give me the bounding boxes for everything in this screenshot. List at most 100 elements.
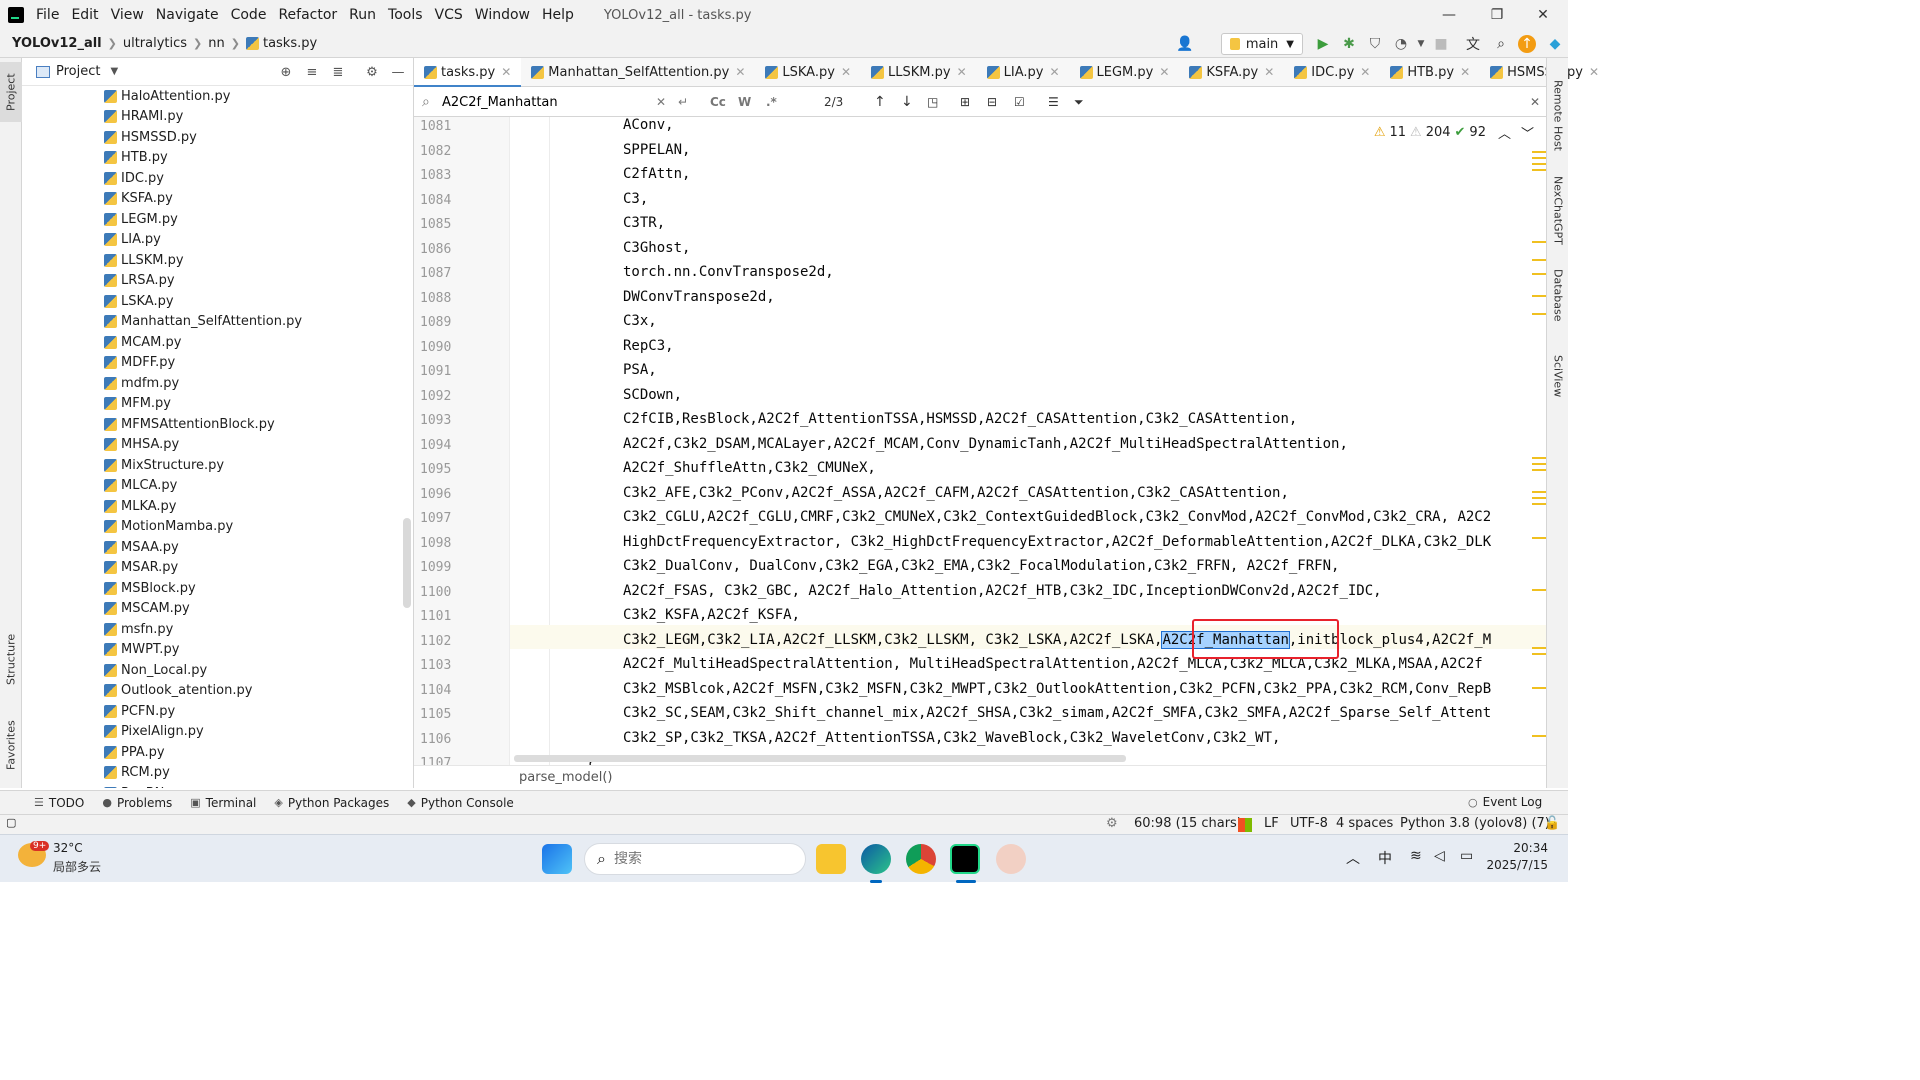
warning-marker[interactable] bbox=[1532, 589, 1546, 591]
wifi-icon[interactable]: ≋ bbox=[1410, 848, 1422, 864]
warning-marker[interactable] bbox=[1532, 169, 1546, 171]
project-tool-tab[interactable]: Project bbox=[0, 62, 22, 122]
chevron-up-icon[interactable]: ︿ bbox=[1498, 123, 1511, 142]
coverage-icon[interactable]: ⛉ bbox=[1366, 35, 1384, 53]
event-log-button[interactable]: ○ Event Log bbox=[1468, 795, 1542, 809]
todo-tool-button[interactable]: ☰ TODO bbox=[34, 796, 84, 810]
menu-navigate[interactable]: Navigate bbox=[156, 7, 227, 23]
warning-marker[interactable] bbox=[1532, 313, 1546, 315]
remove-occurrence-icon[interactable]: ⊟ bbox=[987, 93, 997, 111]
close-tab-icon[interactable]: ✕ bbox=[1264, 65, 1274, 79]
match-case-button[interactable]: Cc bbox=[710, 93, 726, 111]
breadcrumb-file[interactable]: tasks.py bbox=[263, 36, 317, 51]
breadcrumb-project[interactable]: YOLOv12_all bbox=[12, 36, 102, 51]
chevron-up-icon[interactable]: ︿ bbox=[1346, 848, 1360, 868]
project-file-item[interactable]: MFMSAttentionBlock.py bbox=[22, 414, 402, 435]
project-file-item[interactable]: IDC.py bbox=[22, 168, 402, 189]
project-file-item[interactable]: LIA.py bbox=[22, 230, 402, 251]
warning-marker[interactable] bbox=[1532, 163, 1546, 165]
jetbrains-ai-icon[interactable]: ◆ bbox=[1546, 35, 1564, 53]
file-explorer-icon[interactable] bbox=[816, 844, 846, 874]
menu-code[interactable]: Code bbox=[231, 7, 275, 23]
taskbar-search[interactable]: ⌕ bbox=[584, 843, 806, 875]
expand-all-icon[interactable]: ≡ bbox=[304, 64, 320, 80]
editor-tab[interactable]: Manhattan_SelfAttention.py ✕ bbox=[521, 58, 755, 87]
search-icon[interactable]: ⌕ bbox=[422, 93, 430, 111]
horizontal-scrollbar[interactable] bbox=[514, 755, 1126, 762]
menu-refactor[interactable]: Refactor bbox=[278, 7, 345, 23]
structure-tool-tab[interactable]: Structure bbox=[0, 624, 22, 694]
locate-file-icon[interactable]: ⊕ bbox=[278, 64, 294, 80]
close-tab-icon[interactable]: ✕ bbox=[957, 65, 967, 79]
debug-icon[interactable]: ✱ bbox=[1340, 35, 1358, 53]
editor-tab[interactable]: HSMSSD.py✕ bbox=[1480, 58, 1609, 87]
project-file-item[interactable]: PixelAlign.py bbox=[22, 722, 402, 743]
regex-button[interactable]: .* bbox=[766, 93, 777, 111]
warning-marker[interactable] bbox=[1532, 653, 1546, 655]
project-file-item[interactable]: LEGM.py bbox=[22, 209, 402, 230]
warning-marker[interactable] bbox=[1532, 157, 1546, 159]
favorites-tool-tab[interactable]: Favorites bbox=[0, 710, 22, 780]
menu-edit[interactable]: Edit bbox=[71, 7, 106, 23]
warning-marker[interactable] bbox=[1532, 687, 1546, 689]
project-file-item[interactable]: LSKA.py bbox=[22, 291, 402, 312]
warning-marker[interactable] bbox=[1532, 735, 1546, 737]
editor-tab[interactable]: tasks.py ✕ bbox=[414, 57, 522, 88]
project-file-item[interactable]: msfn.py bbox=[22, 619, 402, 640]
project-file-item[interactable]: MHSA.py bbox=[22, 435, 402, 456]
project-file-item[interactable]: Outlook_atention.py bbox=[22, 681, 402, 702]
select-all-occurrences-icon[interactable]: ◳ bbox=[927, 93, 938, 111]
editor-tab[interactable]: HTB.py ✕ bbox=[1380, 58, 1480, 87]
project-file-item[interactable]: HaloAttention.py bbox=[22, 86, 402, 107]
terminal-tool-button[interactable]: ▣ Terminal bbox=[190, 796, 256, 810]
update-icon[interactable]: ↑ bbox=[1518, 35, 1536, 53]
avatar-app-icon[interactable] bbox=[996, 844, 1026, 874]
project-file-item[interactable]: MWPT.py bbox=[22, 640, 402, 661]
project-file-item[interactable]: MSCAM.py bbox=[22, 599, 402, 620]
user-icon[interactable]: 👤 bbox=[1176, 35, 1194, 53]
toggle-tool-windows-icon[interactable]: ▢ bbox=[6, 816, 16, 829]
gear-icon[interactable]: ⚙ bbox=[364, 64, 380, 80]
warning-marker[interactable] bbox=[1532, 241, 1546, 243]
project-file-item[interactable]: PPA.py bbox=[22, 742, 402, 763]
editor-tab[interactable]: LSKA.py ✕ bbox=[755, 58, 861, 87]
close-tab-icon[interactable]: ✕ bbox=[841, 65, 851, 79]
file-encoding[interactable]: UTF-8 bbox=[1290, 816, 1328, 831]
close-tab-icon[interactable]: ✕ bbox=[735, 65, 745, 79]
project-file-item[interactable]: MixStructure.py bbox=[22, 455, 402, 476]
warning-marker[interactable] bbox=[1532, 463, 1546, 465]
editor-tab[interactable]: LIA.py ✕ bbox=[977, 58, 1070, 87]
project-file-item[interactable]: mdfm.py bbox=[22, 373, 402, 394]
code-editor[interactable]: 1081 1082 1083 1084 1085 1086 1087 1088 1089 1090… bbox=[414, 117, 1546, 765]
warning-marker[interactable] bbox=[1532, 457, 1546, 459]
indent-setting[interactable]: 4 spaces bbox=[1336, 816, 1393, 831]
words-button[interactable]: W bbox=[738, 93, 751, 111]
more-run-options-icon[interactable]: ▼ bbox=[1412, 35, 1430, 53]
project-file-item[interactable]: MSAA.py bbox=[22, 537, 402, 558]
menu-tools[interactable]: Tools bbox=[388, 7, 431, 23]
project-file-item[interactable]: RepBN... bbox=[22, 783, 402, 788]
input-method-indicator[interactable]: 中 bbox=[1378, 848, 1392, 868]
close-find-icon[interactable]: ✕ bbox=[1530, 93, 1540, 111]
method-breadcrumb[interactable]: parse_model() bbox=[519, 770, 612, 785]
taskbar-search-input[interactable] bbox=[613, 851, 774, 867]
database-tool-tab[interactable]: Database bbox=[1547, 262, 1569, 328]
editor-tab[interactable]: KSFA.py ✕ bbox=[1179, 58, 1284, 87]
warning-marker[interactable] bbox=[1532, 497, 1546, 499]
inspection-widget[interactable]: ⚠ 11 ⚠ 204 ✔ 92 ︿ ﹀ bbox=[1374, 123, 1534, 142]
warning-marker[interactable] bbox=[1532, 295, 1546, 297]
project-file-item[interactable]: MLCA.py bbox=[22, 476, 402, 497]
menu-help[interactable]: Help bbox=[542, 7, 582, 23]
volume-icon[interactable]: ◁ bbox=[1434, 848, 1445, 864]
profile-icon[interactable]: ◔ bbox=[1392, 35, 1410, 53]
project-panel-title[interactable]: Project bbox=[56, 64, 100, 79]
project-file-item[interactable]: HSMSSD.py bbox=[22, 127, 402, 148]
project-file-item[interactable]: MDFF.py bbox=[22, 353, 402, 374]
search-everywhere-icon[interactable]: ⌕ bbox=[1492, 35, 1510, 53]
project-file-item[interactable]: MotionMamba.py bbox=[22, 517, 402, 538]
project-file-item[interactable]: MCAM.py bbox=[22, 332, 402, 353]
clear-search-icon[interactable]: ✕ bbox=[656, 93, 666, 111]
caret-position[interactable]: 60:98 (15 chars) bbox=[1134, 816, 1242, 831]
filter-icon[interactable]: ⏷ bbox=[1074, 93, 1084, 111]
translate-icon[interactable]: 文 bbox=[1464, 35, 1482, 53]
